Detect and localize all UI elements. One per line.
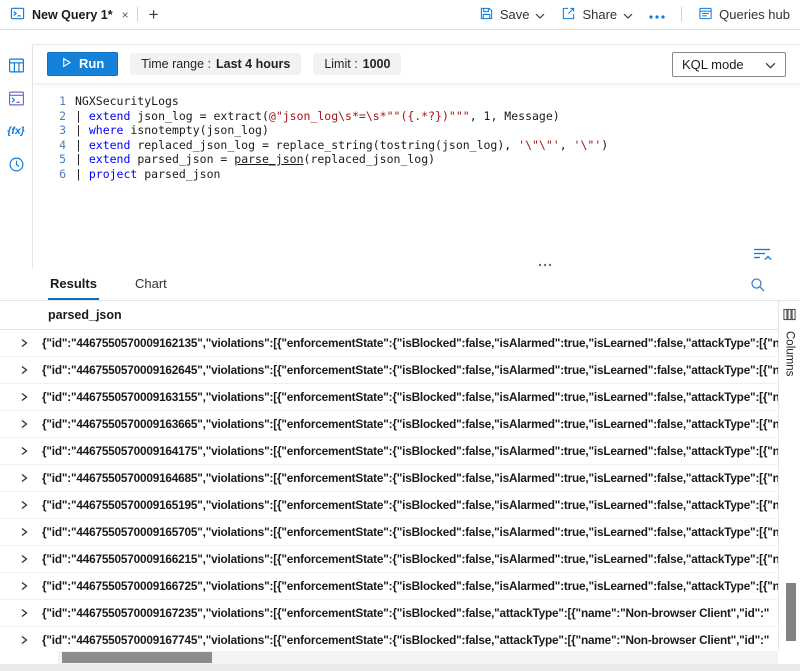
tab-chart[interactable]: Chart — [133, 276, 169, 300]
query-editor[interactable]: 123456 NGXSecurityLogs| extend json_log … — [33, 83, 800, 246]
tab-results[interactable]: Results — [48, 276, 99, 300]
search-icon[interactable] — [750, 277, 766, 296]
chevron-down-icon — [623, 7, 633, 22]
row-json-text: {"id":"4467550570009163155","violations"… — [42, 390, 778, 404]
query-workspace: {fx} Run Time range : Last 4 hours — [0, 30, 800, 268]
share-button[interactable]: Share — [561, 6, 633, 24]
run-button[interactable]: Run — [47, 52, 118, 76]
table-row[interactable]: {"id":"4467550570009165195","violations"… — [0, 492, 778, 519]
row-json-text: {"id":"4467550570009166215","violations"… — [42, 552, 778, 566]
horizontal-scrollbar[interactable] — [58, 651, 778, 664]
example-queries-icon[interactable] — [6, 88, 26, 108]
columns-icon — [783, 308, 796, 324]
play-icon — [61, 56, 72, 71]
functions-icon[interactable]: {fx} — [6, 121, 26, 141]
table-row[interactable]: {"id":"4467550570009163155","violations"… — [0, 384, 778, 411]
query-file-icon — [10, 6, 25, 24]
kql-mode-value: KQL mode — [682, 57, 744, 72]
kql-mode-dropdown[interactable]: KQL mode — [672, 52, 786, 77]
expand-row-icon[interactable] — [19, 608, 29, 618]
tab-bar-actions: Save Share — [479, 6, 800, 24]
query-pane: Run Time range : Last 4 hours Limit : 10… — [33, 44, 800, 268]
table-row[interactable]: {"id":"4467550570009162135","violations"… — [0, 330, 778, 357]
query-tab-bar: New Query 1* × + Save — [0, 0, 800, 30]
row-json-text: {"id":"4467550570009162645","violations"… — [42, 363, 778, 377]
expand-row-icon[interactable] — [19, 581, 29, 591]
row-json-text: {"id":"4467550570009167745","violations"… — [42, 633, 778, 647]
pane-splitter[interactable] — [33, 246, 800, 268]
log-analytics-window: New Query 1* × + Save — [0, 0, 800, 671]
table-row[interactable]: {"id":"4467550570009162645","violations"… — [0, 357, 778, 384]
table-row[interactable]: {"id":"4467550570009164175","violations"… — [0, 438, 778, 465]
row-json-text: {"id":"4467550570009166725","violations"… — [42, 579, 778, 593]
queries-hub-label: Queries hub — [719, 7, 790, 22]
expand-row-icon[interactable] — [19, 392, 29, 402]
chevron-down-icon — [765, 57, 776, 72]
row-json-text: {"id":"4467550570009163665","violations"… — [42, 417, 778, 431]
close-tab-icon[interactable]: × — [122, 8, 129, 22]
expand-row-icon[interactable] — [19, 446, 29, 456]
expand-row-icon[interactable] — [19, 419, 29, 429]
expand-row-icon[interactable] — [19, 500, 29, 510]
share-icon — [561, 6, 576, 24]
table-row[interactable]: {"id":"4467550570009167745","violations"… — [0, 627, 778, 650]
expand-row-icon[interactable] — [19, 365, 29, 375]
limit-value: 1000 — [363, 57, 391, 71]
columns-pane-label: Columns — [784, 331, 796, 376]
more-actions-button[interactable] — [649, 7, 665, 22]
table-row[interactable]: {"id":"4467550570009167235","violations"… — [0, 600, 778, 627]
results-tab-bar: Results Chart — [0, 268, 800, 301]
time-range-picker[interactable]: Time range : Last 4 hours — [130, 53, 301, 75]
new-tab-button[interactable]: + — [138, 5, 170, 25]
more-icon — [649, 7, 665, 22]
queries-hub-icon — [698, 6, 713, 24]
query-toolbar: Run Time range : Last 4 hours Limit : 10… — [33, 45, 800, 83]
save-icon — [479, 6, 494, 24]
results-rows: {"id":"4467550570009162135","violations"… — [0, 330, 778, 650]
window-bottom-edge — [0, 664, 800, 671]
left-rail: {fx} — [0, 44, 33, 268]
save-label: Save — [500, 7, 530, 22]
table-row[interactable]: {"id":"4467550570009166725","violations"… — [0, 573, 778, 600]
query-history-icon[interactable] — [6, 154, 26, 174]
query-tab[interactable]: New Query 1* × — [0, 0, 137, 29]
expand-row-icon[interactable] — [19, 338, 29, 348]
save-button[interactable]: Save — [479, 6, 546, 24]
time-range-label: Time range : — [141, 57, 211, 71]
expand-row-icon[interactable] — [19, 635, 29, 645]
results-tabs: Results Chart — [48, 276, 203, 300]
row-json-text: {"id":"4467550570009165705","violations"… — [42, 525, 778, 539]
queries-hub-button[interactable]: Queries hub — [698, 6, 790, 24]
horizontal-scrollbar-thumb[interactable] — [62, 652, 212, 663]
code-lines: NGXSecurityLogs| extend json_log = extra… — [66, 94, 608, 246]
row-json-text: {"id":"4467550570009165195","violations"… — [42, 498, 778, 512]
table-row[interactable]: {"id":"4467550570009165705","violations"… — [0, 519, 778, 546]
row-json-text: {"id":"4467550570009167235","violations"… — [42, 606, 778, 620]
line-numbers: 123456 — [33, 94, 66, 246]
limit-picker[interactable]: Limit : 1000 — [313, 53, 401, 75]
table-row[interactable]: {"id":"4467550570009163665","violations"… — [0, 411, 778, 438]
collapse-editor-icon[interactable] — [752, 247, 772, 265]
row-json-text: {"id":"4467550570009164685","violations"… — [42, 471, 778, 485]
share-label: Share — [582, 7, 617, 22]
table-row[interactable]: {"id":"4467550570009166215","violations"… — [0, 546, 778, 573]
time-range-value: Last 4 hours — [216, 57, 290, 71]
vertical-scrollbar-thumb[interactable] — [786, 583, 796, 641]
tables-pane-icon[interactable] — [6, 55, 26, 75]
actions-divider — [681, 7, 682, 22]
chevron-down-icon — [535, 7, 545, 22]
results-panel: Results Chart parsed_json {"id":"44675505… — [0, 268, 800, 671]
expand-row-icon[interactable] — [19, 527, 29, 537]
expand-row-icon[interactable] — [19, 473, 29, 483]
query-tab-title: New Query 1* — [32, 8, 113, 22]
expand-row-icon[interactable] — [19, 554, 29, 564]
column-header-parsed-json[interactable]: parsed_json — [0, 301, 800, 330]
row-json-text: {"id":"4467550570009164175","violations"… — [42, 444, 778, 458]
limit-label: Limit : — [324, 57, 357, 71]
table-row[interactable]: {"id":"4467550570009164685","violations"… — [0, 465, 778, 492]
row-json-text: {"id":"4467550570009162135","violations"… — [42, 336, 778, 350]
